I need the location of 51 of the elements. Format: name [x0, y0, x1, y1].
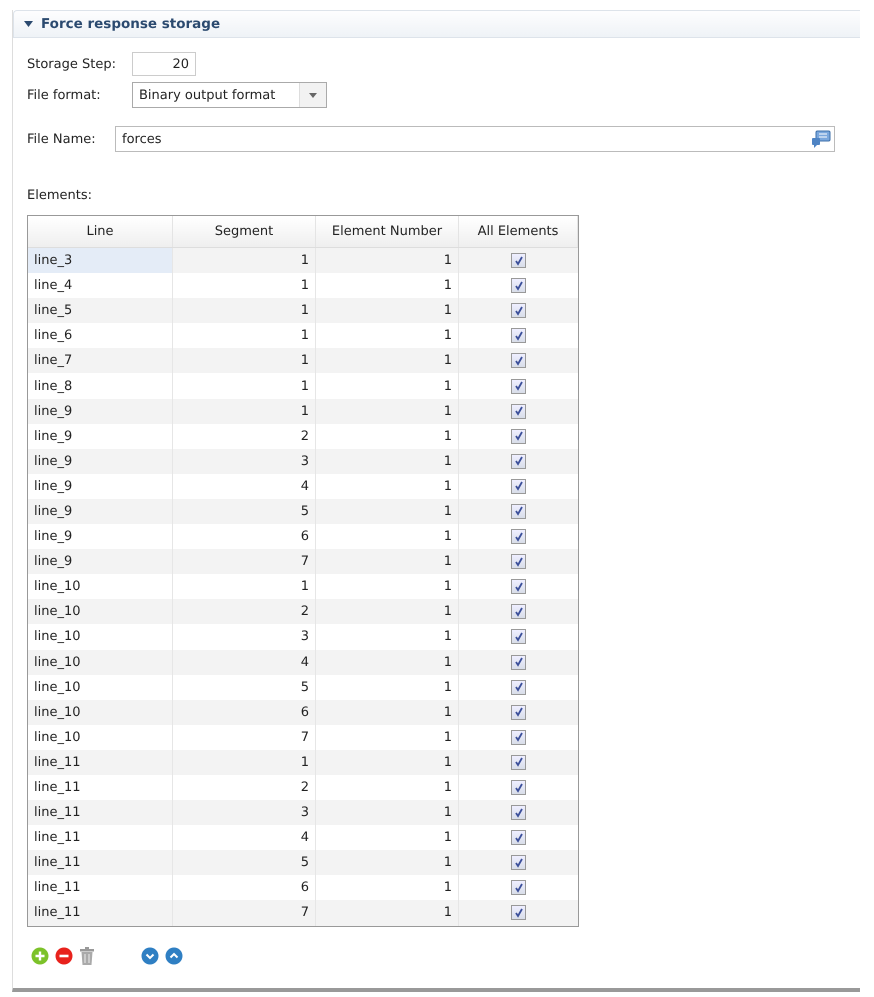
checkbox[interactable]	[511, 855, 526, 870]
checkbox[interactable]	[511, 780, 526, 796]
checkbox[interactable]	[511, 478, 526, 494]
checkbox[interactable]	[511, 579, 526, 594]
checkbox[interactable]	[511, 754, 526, 770]
field-label: File Name:	[27, 132, 97, 146]
checkbox[interactable]	[511, 654, 526, 670]
checkbox[interactable]	[511, 554, 526, 570]
checkbox[interactable]	[511, 428, 526, 444]
checkbox[interactable]	[511, 353, 526, 368]
column-header[interactable]: Line	[28, 216, 173, 247]
checkbox[interactable]	[511, 253, 526, 268]
file-name-field[interactable]: forces	[115, 126, 835, 152]
remove-icon[interactable]	[55, 946, 73, 965]
table-cell: 7	[173, 900, 316, 926]
checkbox[interactable]	[511, 504, 526, 519]
field-label: Storage Step:	[27, 56, 117, 72]
checkbox[interactable]	[511, 529, 526, 544]
elements-label: Elements:	[27, 188, 93, 203]
storage-step-field[interactable]: 20	[132, 52, 196, 76]
checkbox[interactable]	[511, 730, 526, 745]
checkbox[interactable]	[511, 328, 526, 344]
move-up-icon[interactable]	[165, 946, 183, 965]
checkbox[interactable]	[511, 680, 526, 695]
dropdown-arrow-icon	[309, 92, 317, 98]
checkbox[interactable]	[511, 404, 526, 419]
collapse-arrow-icon	[24, 20, 33, 28]
checkbox[interactable]	[511, 704, 526, 720]
trash-icon[interactable]	[79, 946, 95, 965]
checkbox[interactable]	[511, 278, 526, 294]
section-header[interactable]: Force response storage	[13, 10, 860, 38]
section-title: Force response storage	[41, 16, 220, 32]
checkbox[interactable]	[511, 604, 526, 620]
table-cell[interactable]: line_3	[28, 248, 173, 274]
file-format-dropdown[interactable]: Binary output format	[132, 82, 327, 108]
checkbox[interactable]	[511, 880, 526, 896]
checkbox[interactable]	[511, 378, 526, 394]
move-down-icon[interactable]	[141, 946, 159, 965]
table-cell[interactable]: line_11	[28, 900, 173, 926]
checkbox[interactable]	[511, 629, 526, 644]
checkbox[interactable]	[511, 905, 526, 920]
checkbox[interactable]	[511, 454, 526, 469]
checkbox[interactable]	[511, 303, 526, 318]
field-label: File format:	[27, 88, 102, 102]
column-header[interactable]: All Elements	[459, 216, 578, 247]
table-cell: 1	[316, 900, 459, 926]
checkbox[interactable]	[511, 830, 526, 846]
column-header[interactable]: Segment	[173, 216, 316, 247]
column-header[interactable]: Element Number	[316, 216, 459, 247]
checkbox[interactable]	[511, 805, 526, 820]
chat-bubble-icon[interactable]	[811, 130, 831, 148]
